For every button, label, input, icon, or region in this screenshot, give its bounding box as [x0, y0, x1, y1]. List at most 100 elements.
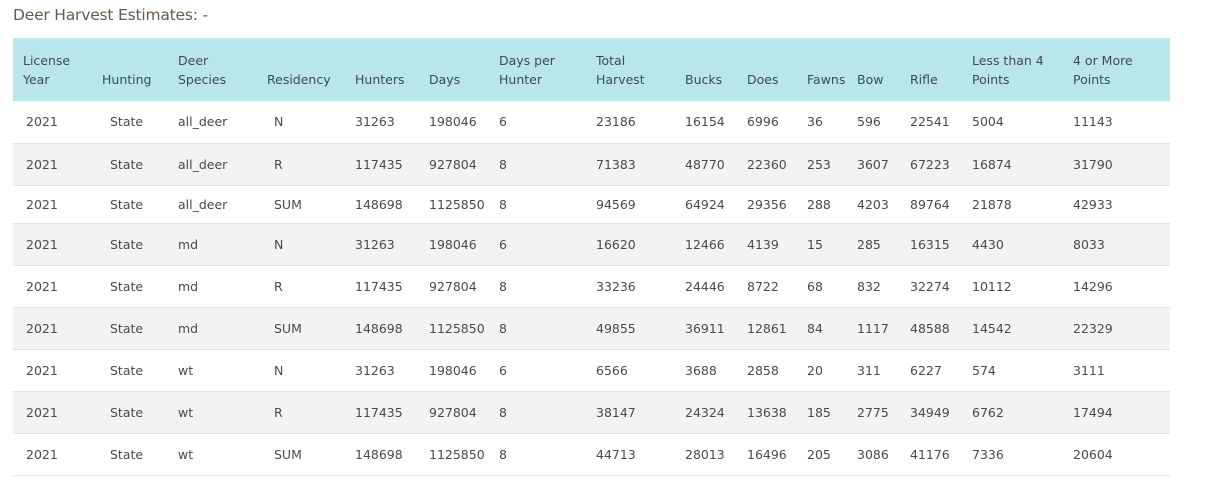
cell-bucks: 64924 — [685, 196, 725, 212]
cell-hunting: State — [110, 196, 144, 212]
cell-days-per-hunter: 8 — [499, 156, 507, 172]
cell-less-than-4: 7336 — [972, 446, 1004, 462]
cell-days: 927804 — [429, 278, 477, 294]
cell-does: 13638 — [747, 404, 787, 420]
cell-residency: SUM — [274, 446, 302, 462]
cell-species: wt — [178, 362, 194, 378]
cell-year: 2021 — [26, 156, 58, 172]
table-row: 2021 State md R 117435 927804 8 33236 24446 8722 6… — [13, 265, 1170, 307]
cell-four-or-more: 3111 — [1073, 362, 1105, 378]
cell-year: 2021 — [26, 404, 58, 420]
cell-days-per-hunter: 6 — [499, 362, 507, 378]
cell-four-or-more: 20604 — [1073, 446, 1113, 462]
cell-less-than-4: 10112 — [972, 278, 1012, 294]
cell-total-harvest: 44713 — [596, 446, 636, 462]
column-header-hunting: Hunting — [100, 38, 176, 101]
cell-rifle: 32274 — [910, 278, 950, 294]
table-row: 2021 State md SUM 148698 1125850 8 49855 36911 12… — [13, 307, 1170, 349]
cell-hunters: 31263 — [355, 362, 395, 378]
column-header-fawns: Fawns — [805, 38, 855, 101]
cell-hunters: 148698 — [355, 196, 403, 212]
column-header-bucks: Bucks — [683, 38, 745, 101]
cell-four-or-more: 8033 — [1073, 236, 1105, 252]
cell-hunters: 117435 — [355, 156, 403, 172]
table-body: 2021 State all_deer N 31263 198046 6 23186 16154… — [13, 101, 1170, 475]
cell-bucks: 36911 — [685, 320, 725, 336]
column-header-line — [747, 51, 805, 70]
column-header-line — [910, 51, 970, 70]
cell-residency: SUM — [274, 196, 302, 212]
cell-hunting: State — [110, 404, 144, 420]
column-header-line: Bucks — [685, 71, 723, 87]
column-header-line: Days per — [499, 52, 555, 68]
cell-rifle: 48588 — [910, 320, 950, 336]
column-header-line: Total — [596, 52, 626, 68]
cell-hunting: State — [110, 320, 144, 336]
cell-residency: R — [274, 404, 283, 420]
cell-does: 12861 — [747, 320, 787, 336]
column-header-line: Deer — [178, 52, 209, 68]
cell-days-per-hunter: 8 — [499, 404, 507, 420]
cell-rifle: 22541 — [910, 114, 950, 130]
cell-fawns: 68 — [807, 278, 823, 294]
cell-hunters: 117435 — [355, 278, 403, 294]
cell-days-per-hunter: 6 — [499, 236, 507, 252]
cell-rifle: 6227 — [910, 362, 942, 378]
cell-bow: 596 — [857, 114, 881, 130]
cell-total-harvest: 49855 — [596, 320, 636, 336]
cell-bucks: 48770 — [685, 156, 725, 172]
cell-hunting: State — [110, 156, 144, 172]
cell-hunters: 117435 — [355, 404, 403, 420]
cell-year: 2021 — [26, 278, 58, 294]
cell-residency: N — [274, 236, 284, 252]
cell-bucks: 16154 — [685, 114, 725, 130]
cell-days: 1125850 — [429, 196, 485, 212]
cell-bucks: 12466 — [685, 236, 725, 252]
column-header-line: 4 or More — [1073, 52, 1133, 68]
column-header-year: License Year — [13, 38, 100, 101]
cell-hunting: State — [110, 236, 144, 252]
column-header-line: Less than 4 — [972, 52, 1044, 68]
cell-days: 198046 — [429, 362, 477, 378]
cell-year: 2021 — [26, 236, 58, 252]
column-header-line — [857, 51, 908, 70]
table-row: 2021 State wt R 117435 927804 8 38147 24324 13638… — [13, 391, 1170, 433]
table-header-row: License Year Hunting Deer Species Residency Hu… — [13, 38, 1170, 101]
cell-total-harvest: 33236 — [596, 278, 636, 294]
cell-bow: 1117 — [857, 320, 889, 336]
column-header-line: Hunters — [355, 71, 405, 87]
cell-bow: 311 — [857, 362, 881, 378]
table-row: 2021 State all_deer R 117435 927804 8 71383 4877… — [13, 143, 1170, 185]
cell-hunting: State — [110, 446, 144, 462]
cell-does: 4139 — [747, 236, 779, 252]
cell-days: 927804 — [429, 404, 477, 420]
column-header-line — [685, 51, 745, 70]
cell-total-harvest: 16620 — [596, 236, 636, 252]
cell-bow: 832 — [857, 278, 881, 294]
cell-species: md — [178, 236, 199, 252]
cell-less-than-4: 6762 — [972, 404, 1004, 420]
column-header-line: Points — [1073, 71, 1111, 87]
column-header-rifle: Rifle — [908, 38, 970, 101]
column-header-line: Species — [178, 71, 227, 87]
cell-bucks: 24324 — [685, 404, 725, 420]
cell-fawns: 20 — [807, 362, 823, 378]
cell-hunters: 148698 — [355, 446, 403, 462]
cell-hunting: State — [110, 278, 144, 294]
cell-four-or-more: 42933 — [1073, 196, 1113, 212]
page-title: Deer Harvest Estimates: - — [13, 6, 208, 24]
cell-days: 927804 — [429, 156, 477, 172]
cell-bucks: 28013 — [685, 446, 725, 462]
cell-bucks: 3688 — [685, 362, 717, 378]
cell-rifle: 67223 — [910, 156, 950, 172]
cell-days: 198046 — [429, 236, 477, 252]
cell-residency: R — [274, 278, 283, 294]
column-header-line: Fawns — [807, 71, 846, 87]
cell-residency: SUM — [274, 320, 302, 336]
cell-does: 8722 — [747, 278, 779, 294]
cell-less-than-4: 21878 — [972, 196, 1012, 212]
cell-fawns: 288 — [807, 196, 831, 212]
table-row: 2021 State all_deer SUM 148698 1125850 8 94569 6… — [13, 185, 1170, 223]
cell-fawns: 205 — [807, 446, 831, 462]
cell-residency: N — [274, 362, 284, 378]
